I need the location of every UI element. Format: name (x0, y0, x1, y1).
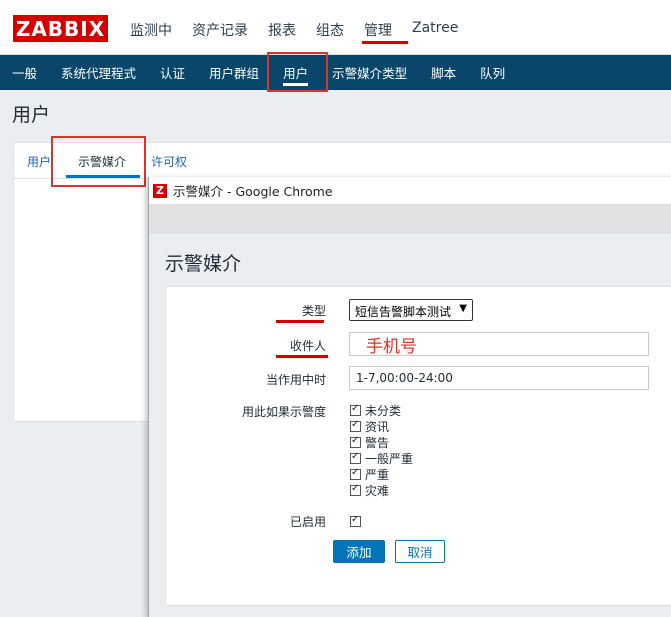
main-menu: 监测中 资产记录 报表 组态 管理 Zatree (120, 0, 468, 55)
menu-configuration[interactable]: 组态 (306, 0, 354, 55)
tab-permissions[interactable]: 许可权 (151, 153, 187, 170)
menu-monitoring[interactable]: 监测中 (120, 0, 182, 55)
when-active-label: 当作用中时 (265, 373, 326, 387)
recipient-annotation: 手机号 (366, 337, 417, 357)
severity-disaster[interactable]: 灾难 (350, 482, 389, 498)
type-select[interactable]: 短信告警脚本测试 ▼ (349, 299, 473, 321)
checkbox-checked-icon[interactable] (350, 467, 361, 480)
media-popup-window: Z 示警媒介 - Google Chrome 示警媒介 类型 短信告警脚本测试 … (148, 177, 671, 617)
type-label: 类型 (301, 304, 326, 318)
severity-information[interactable]: 资讯 (350, 418, 389, 434)
sub-menu: 一般 系统代理程式 认证 用户群组 用户 示警媒介类型 脚本 队列 (0, 55, 671, 90)
submenu-queue[interactable]: 队列 (468, 55, 517, 90)
type-select-value: 短信告警脚本测试 (355, 305, 452, 319)
when-active-input[interactable]: 1-7,00:00-24:00 (349, 366, 649, 390)
menu-reports[interactable]: 报表 (258, 0, 306, 55)
submenu-general[interactable]: 一般 (0, 55, 49, 90)
recipient-label: 收件人 (289, 339, 326, 353)
page-title: 用户 (12, 104, 51, 126)
cancel-button[interactable]: 取消 (395, 540, 445, 563)
severity-not-classified[interactable]: 未分类 (350, 402, 401, 418)
menu-administration[interactable]: 管理 (354, 0, 408, 55)
menu-inventory[interactable]: 资产记录 (182, 0, 258, 55)
severity-warning[interactable]: 警告 (350, 434, 389, 450)
checkbox-checked-icon[interactable] (350, 419, 361, 432)
add-button[interactable]: 添加 (333, 540, 385, 563)
zabbix-favicon-icon: Z (153, 183, 167, 198)
checkbox-checked-icon[interactable] (350, 403, 361, 416)
checkbox-checked-icon[interactable] (350, 435, 361, 448)
tab-user[interactable]: 用户 (27, 153, 51, 170)
enabled-checkbox-row[interactable] (350, 513, 365, 529)
highlight-media-tab (51, 136, 146, 187)
media-form: 类型 短信告警脚本测试 ▼ 收件人 手机号 当作用中时 1-7,00:00-24… (165, 286, 671, 606)
checkbox-checked-icon[interactable] (350, 514, 361, 527)
submenu-media-types[interactable]: 示警媒介类型 (320, 55, 419, 90)
recipient-underline-annotation (276, 355, 328, 358)
submenu-scripts[interactable]: 脚本 (419, 55, 468, 90)
popup-address-bar (149, 204, 671, 234)
checkbox-checked-icon[interactable] (350, 451, 361, 464)
severity-average[interactable]: 一般严重 (350, 450, 413, 466)
popup-body: 示警媒介 类型 短信告警脚本测试 ▼ 收件人 手机号 当作用中时 1-7,00:… (149, 234, 671, 617)
enabled-label: 已启用 (289, 515, 326, 529)
checkbox-checked-icon[interactable] (350, 483, 361, 496)
type-underline-annotation (276, 320, 324, 323)
submenu-user-groups[interactable]: 用户群组 (197, 55, 271, 90)
severity-high[interactable]: 严重 (350, 466, 389, 482)
highlight-users-menu (267, 52, 328, 92)
popup-heading: 示警媒介 (165, 253, 242, 275)
submenu-authentication[interactable]: 认证 (148, 55, 197, 90)
severity-label: 用此如果示警度 (241, 405, 326, 419)
popup-titlebar[interactable]: Z 示警媒介 - Google Chrome (149, 177, 671, 204)
menu-zatree[interactable]: Zatree (402, 0, 468, 55)
zabbix-logo[interactable]: ZABBIX (13, 15, 108, 42)
dropdown-arrow-icon: ▼ (459, 303, 467, 314)
popup-window-title: 示警媒介 - Google Chrome (173, 184, 333, 199)
submenu-proxies[interactable]: 系统代理程式 (49, 55, 148, 90)
top-header: ZABBIX 监测中 资产记录 报表 组态 管理 Zatree (0, 0, 671, 55)
